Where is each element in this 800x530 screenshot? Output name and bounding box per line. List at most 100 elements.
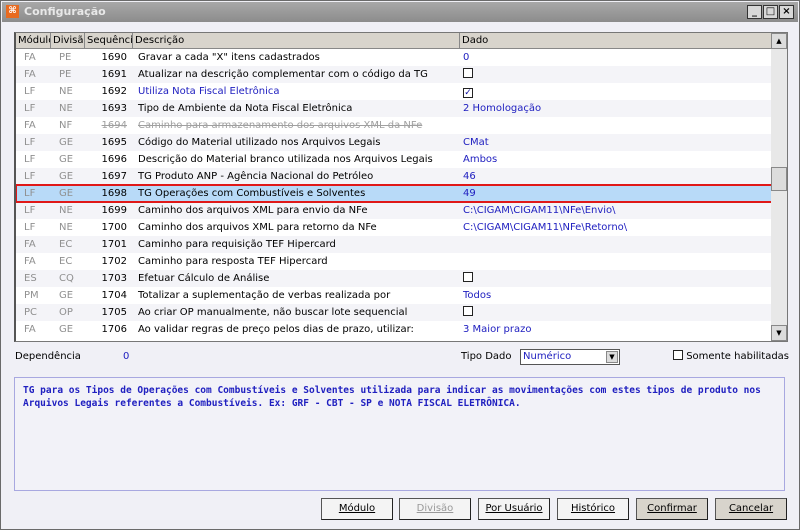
dado-cell[interactable]: 2 Homologação [460,100,773,117]
modulo-cell: LF [24,188,36,199]
confirmar-button[interactable]: Confirmar [636,498,708,520]
minimize-button[interactable]: _ [747,5,762,19]
dado-cell[interactable]: CMat [460,134,773,151]
scroll-thumb[interactable] [771,167,787,192]
modulo-cell: FA [24,256,36,267]
scroll-up-icon[interactable]: ▲ [771,33,787,49]
column-header-descricao[interactable]: Descrição [133,33,460,48]
sequencia-cell: 1702 [101,256,127,267]
table-row[interactable]: LF NE 1692 Utiliza Nota Fiscal Eletrônica ✓ [16,83,773,100]
table-row[interactable]: LF GE 1696 Descrição do Material branco uti… [16,151,773,168]
column-header-divisao[interactable]: Divisão [51,33,85,48]
dado-cell[interactable]: 0 [460,49,773,66]
table-row[interactable]: LF GE 1697 TG Produto ANP - Agência Naciona… [16,168,773,185]
table-row[interactable]: LF NE 1693 Tipo de Ambiente da Nota Fiscal … [16,100,773,117]
table-row[interactable]: FA EC 1702 Caminho para resposta TEF Hiperc… [16,253,773,270]
table-row-selected[interactable]: LF GE 1698 TG Operações com Combustíveis e … [16,184,774,203]
divisao-cell: NE [59,103,73,114]
dependencia-label: Dependência [15,351,81,362]
dado-cell[interactable]: C:\CIGAM\CIGAM11\NFe\Retorno\ [460,219,773,236]
dado-cell[interactable]: ✓ [460,83,773,100]
tipo-dado-select[interactable]: Numérico ▼ [520,349,620,365]
sequencia-cell: 1696 [101,154,127,165]
table-row[interactable]: LF NE 1700 Caminho dos arquivos XML para re… [16,219,773,236]
dado-cell[interactable] [460,236,773,253]
descricao-cell: Efetuar Cálculo de Análise [138,273,270,284]
divisao-cell: NE [59,205,73,216]
sequencia-cell: 1694 [101,120,127,131]
table-row[interactable]: PC OP 1705 Ao criar OP manualmente, não bus… [16,304,773,321]
historico-button[interactable]: Histórico [557,498,629,520]
column-header-dado[interactable]: Dado [460,33,773,48]
configuracao-window: ⌘ Configuração _ □ × Módulo Divisão Sequ… [0,0,800,530]
dado-cell[interactable] [460,66,773,83]
vertical-scrollbar[interactable]: ▲ ▼ [771,33,787,341]
somente-habilitadas-checkbox[interactable]: Somente habilitadas [673,350,789,362]
divisao-cell: NE [59,222,73,233]
close-button[interactable]: × [779,5,794,19]
sequencia-cell: 1703 [101,273,127,284]
por-usuario-button[interactable]: Por Usuário [478,498,550,520]
description-memo[interactable]: TG para os Tipos de Operações com Combus… [14,377,785,491]
descricao-cell: Gravar a cada "X" itens cadastrados [138,52,320,63]
dado-cell[interactable]: 49 [460,185,773,202]
descricao-cell: Caminho para resposta TEF Hipercard [138,256,328,267]
divisao-cell: NF [59,120,73,131]
checkbox-icon[interactable] [463,272,473,282]
dado-cell[interactable] [460,117,773,134]
table-row[interactable]: LF GE 1695 Código do Material utilizado nos… [16,134,773,151]
grid-rows: FA PE 1690 Gravar a cada "X" itens cadastra… [16,49,774,338]
modulo-cell: FA [24,52,36,63]
table-row[interactable]: PM GE 1704 Totalizar a suplementação de ver… [16,287,773,304]
divisao-cell: GE [59,324,74,335]
modulo-button[interactable]: Módulo [321,498,393,520]
modulo-cell: LF [24,171,36,182]
table-row[interactable]: FA EC 1701 Caminho para requisição TEF Hipe… [16,236,773,253]
dado-cell[interactable] [460,253,773,270]
dado-cell[interactable]: Ambos [460,151,773,168]
dado-cell[interactable]: 3 Maior prazo [460,321,773,338]
modulo-cell: LF [24,154,36,165]
table-row[interactable]: FA NF 1694 Caminho para armazenamento dos a… [16,117,773,134]
divisao-cell: PE [59,52,72,63]
table-row[interactable]: ES CQ 1703 Efetuar Cálculo de Análise [16,270,773,287]
modulo-cell: FA [24,239,36,250]
table-row[interactable]: LF NE 1699 Caminho dos arquivos XML para en… [16,202,773,219]
divisao-button[interactable]: Divisão [399,498,471,520]
descricao-cell: Atualizar na descrição complementar com … [138,69,428,80]
config-grid: Módulo Divisão Sequência Descrição Dado … [14,32,788,342]
descricao-cell: Caminho para requisição TEF Hipercard [138,239,336,250]
chevron-down-icon[interactable]: ▼ [606,351,618,363]
cancelar-button[interactable]: Cancelar [715,498,787,520]
table-row[interactable]: FA PE 1690 Gravar a cada "X" itens cadastra… [16,49,773,66]
modulo-cell: LF [24,205,36,216]
checkbox-checked-icon[interactable]: ✓ [463,88,473,98]
divisao-cell: NE [59,86,73,97]
checkbox-icon[interactable] [673,350,683,360]
table-row[interactable]: FA PE 1691 Atualizar na descrição complemen… [16,66,773,83]
checkbox-icon[interactable] [463,68,473,78]
column-header-modulo[interactable]: Módulo [16,33,51,48]
sequencia-cell: 1698 [101,188,127,199]
sequencia-cell: 1704 [101,290,127,301]
descricao-cell: Descrição do Material branco utilizada n… [138,154,433,165]
descricao-cell: Caminho dos arquivos XML para retorno da… [138,222,377,233]
dado-cell[interactable]: Todos [460,287,773,304]
dado-cell[interactable] [460,304,773,321]
divisao-cell: GE [59,171,74,182]
dado-cell[interactable] [460,270,773,287]
divisao-cell: GE [59,188,74,199]
table-row[interactable]: FA GE 1706 Ao validar regras de preço pelos… [16,321,773,338]
sequencia-cell: 1705 [101,307,127,318]
dado-cell[interactable]: 46 [460,168,773,185]
dado-cell[interactable]: C:\CIGAM\CIGAM11\NFe\Envio\ [460,202,773,219]
modulo-cell: PM [24,290,39,301]
maximize-button[interactable]: □ [763,5,778,19]
scroll-down-icon[interactable]: ▼ [771,325,787,341]
descricao-cell: Utiliza Nota Fiscal Eletrônica [138,86,280,97]
modulo-cell: PC [24,307,38,318]
checkbox-icon[interactable] [463,306,473,316]
column-header-sequencia[interactable]: Sequência [85,33,133,48]
sequencia-cell: 1697 [101,171,127,182]
descricao-cell: Ao validar regras de preço pelos dias de… [138,324,414,335]
